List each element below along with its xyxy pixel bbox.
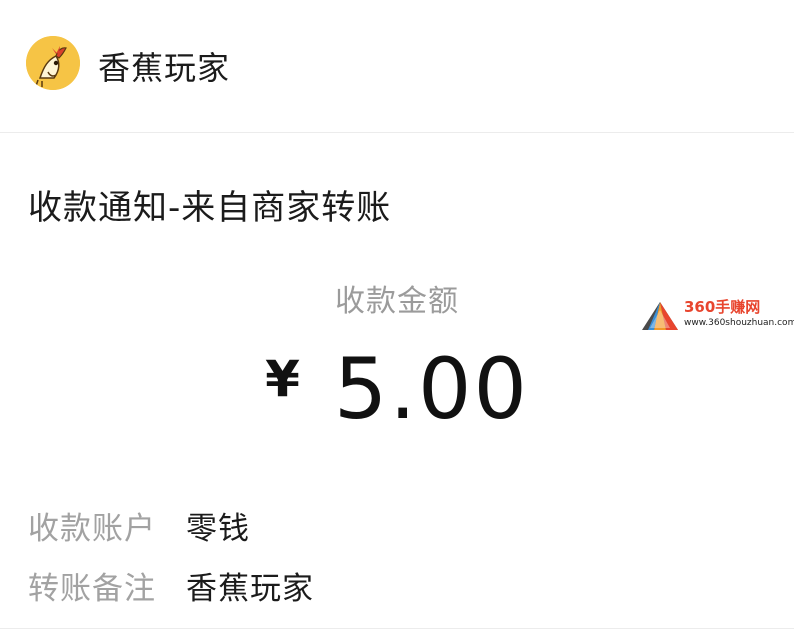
detail-key: 收款账户 — [28, 511, 156, 547]
triangle-logo-icon — [642, 302, 678, 330]
watermark-title: 360手赚网 — [684, 298, 761, 316]
divider — [0, 628, 794, 629]
detail-row-remark: 转账备注 香蕉玩家 — [28, 563, 314, 608]
detail-value: 零钱 — [186, 511, 250, 547]
merchant-name: 香蕉玩家 — [98, 49, 231, 87]
notification-card: 香蕉玩家 收款通知-来自商家转账 收款金额 ¥5.00 收款账户 零钱 转账备注香… — [0, 0, 794, 631]
merchant-header[interactable]: 香蕉玩家 — [0, 0, 794, 133]
watermark: 360手赚网 www.360shouzhuan.com — [640, 296, 794, 336]
banana-mascot-icon — [26, 36, 80, 90]
detail-key: 转账备注 — [28, 571, 156, 607]
amount-display: ¥5.00 — [0, 340, 794, 438]
currency-symbol: ¥ — [265, 350, 300, 408]
notice-title: 收款通知-来自商家转账 — [28, 188, 392, 228]
watermark-url: www.360shouzhuan.com — [684, 318, 794, 328]
detail-value: 香蕉玩家 — [186, 571, 314, 607]
amount-value: 5.00 — [333, 340, 529, 438]
detail-row-account: 收款账户 零钱 — [28, 503, 250, 548]
